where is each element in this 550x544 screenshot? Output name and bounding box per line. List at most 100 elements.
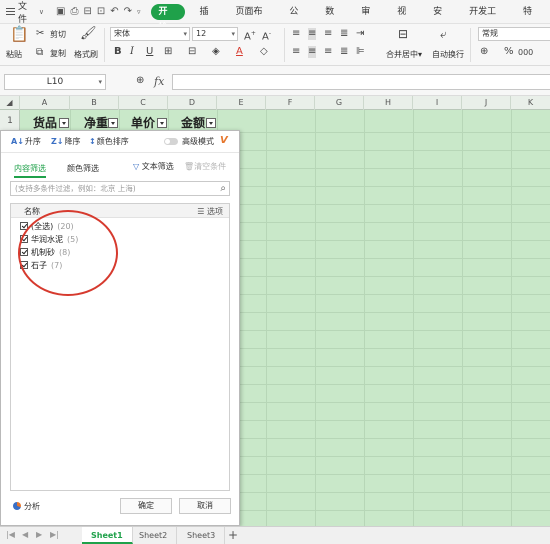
sheet-tab-2[interactable]: Sheet2 [130, 527, 178, 544]
tab-content-filter[interactable]: 内容筛选 [14, 163, 46, 178]
align-bottom-icon[interactable]: ≡ [324, 28, 332, 40]
cancel-button[interactable]: 取消 [179, 498, 231, 514]
column-header-i[interactable]: I [413, 96, 462, 110]
tab-special[interactable]: 特色 [514, 0, 550, 41]
tab-view[interactable]: 视图 [388, 0, 424, 41]
file-menu[interactable]: 文件 ∨ [0, 0, 50, 25]
column-header-e[interactable]: E [217, 96, 266, 110]
gridline [315, 110, 316, 526]
underline-icon[interactable]: U [146, 46, 153, 58]
tab-insert[interactable]: 插入 [191, 0, 227, 41]
color-sort-button[interactable]: ↕颜色排序 [89, 136, 129, 147]
row-header-1[interactable]: 1 [0, 110, 20, 132]
fill-color-icon[interactable]: ◈ [212, 46, 220, 58]
decrease-font-icon[interactable]: A- [262, 28, 271, 43]
copy-button[interactable]: 复制 [50, 48, 66, 59]
orientation-icon[interactable]: ≣ [340, 28, 348, 40]
column-headers: ◢ A B C D E F G H I J K [0, 96, 550, 110]
align-center-icon[interactable]: ≡ [308, 46, 317, 58]
paste-icon[interactable]: 📋 [10, 27, 29, 42]
first-sheet-icon[interactable]: |◀ [6, 530, 15, 539]
font-size-select[interactable]: 12 ▾ [192, 27, 238, 41]
comma-style-button[interactable]: 000 [518, 47, 533, 59]
tab-color-filter[interactable]: 颜色筛选 [67, 163, 99, 174]
strikethrough-icon[interactable]: ⊟ [188, 46, 196, 58]
last-sheet-icon[interactable]: ▶| [50, 530, 59, 539]
percent-button[interactable]: % [504, 46, 514, 58]
justify-icon[interactable]: ≣ [340, 46, 348, 58]
print-icon[interactable]: ⊟ [83, 6, 91, 17]
bold-icon[interactable]: B [114, 46, 122, 58]
column-header-f[interactable]: F [266, 96, 315, 110]
undo-icon[interactable]: ↶ [110, 6, 118, 17]
filter-dropdown-c[interactable] [157, 118, 167, 128]
column-header-j[interactable]: J [462, 96, 511, 110]
sheet-tab-3[interactable]: Sheet3 [178, 527, 226, 544]
italic-icon[interactable]: I [130, 46, 134, 58]
save-icon[interactable]: ▣ [56, 6, 65, 17]
column-header-h[interactable]: H [364, 96, 413, 110]
ok-button[interactable]: 确定 [120, 498, 172, 514]
next-sheet-icon[interactable]: ▶ [36, 530, 42, 539]
customize-chevron-icon[interactable]: ▿ [137, 8, 141, 16]
add-sheet-button[interactable]: + [228, 528, 238, 542]
prev-sheet-icon[interactable]: ◀ [22, 530, 28, 539]
number-format-select[interactable]: 常规 [478, 27, 550, 41]
insert-function-button[interactable]: fx [154, 75, 164, 88]
column-header-k[interactable]: K [511, 96, 550, 110]
tab-formulas[interactable]: 公式 [280, 0, 316, 41]
clear-condition-button[interactable]: 🗑清空条件 [184, 161, 226, 172]
tab-review[interactable]: 审阅 [352, 0, 388, 41]
formula-input[interactable] [172, 74, 550, 90]
sort-ascending-button[interactable]: A↓升序 [11, 136, 41, 147]
font-color-icon[interactable]: A [236, 46, 243, 58]
print-preview-icon[interactable]: ⊡ [97, 6, 105, 17]
tab-home[interactable]: 开始 [150, 3, 185, 33]
sort-descending-button[interactable]: Z↓降序 [51, 136, 81, 147]
column-header-g[interactable]: G [315, 96, 364, 110]
align-right-icon[interactable]: ≡ [324, 46, 332, 58]
filter-search-input[interactable]: (支持多条件过滤，例如：北京 上海) ⌕ [10, 181, 230, 196]
align-middle-icon[interactable]: ≡ [308, 28, 317, 40]
highlight-circle-annotation [18, 210, 118, 296]
wrap-text-button[interactable]: 自动换行 [432, 49, 464, 60]
merge-center-button[interactable]: 合并居中▾ [386, 49, 422, 60]
paste-button[interactable]: 粘贴 [6, 49, 22, 60]
text-filter-button[interactable]: ▽ 文本筛选 [133, 161, 174, 172]
clear-format-icon[interactable]: ◇ [260, 46, 268, 58]
column-header-a[interactable]: A [20, 96, 70, 110]
distributed-icon[interactable]: ⊫ [356, 46, 365, 58]
font-name-select[interactable]: 宋体 ▾ [110, 27, 190, 41]
advanced-mode-toggle[interactable] [164, 138, 178, 145]
export-pdf-icon[interactable]: ⎙ [70, 6, 78, 17]
tab-developer[interactable]: 开发工具 [460, 0, 514, 41]
select-all-corner[interactable]: ◢ [0, 96, 20, 110]
analyze-button[interactable]: 分析 [13, 501, 40, 512]
tab-page-layout[interactable]: 页面布局 [226, 0, 280, 41]
column-header-d[interactable]: D [168, 96, 217, 110]
sort-descending-label: 降序 [64, 137, 81, 146]
zoom-icon[interactable]: ⊕ [136, 75, 144, 87]
filter-dropdown-b[interactable] [108, 118, 118, 128]
sheet-tab-1[interactable]: Sheet1 [82, 527, 133, 544]
filter-dropdown-d[interactable] [206, 118, 216, 128]
indent-icon[interactable]: ⇥ [356, 28, 364, 40]
tab-data[interactable]: 数据 [316, 0, 352, 41]
increase-font-icon[interactable]: A+ [244, 28, 256, 43]
tab-security[interactable]: 安全 [424, 0, 460, 41]
format-painter-button[interactable]: 格式刷 [74, 49, 98, 60]
list-options-button[interactable]: ☰ 选项 [197, 206, 223, 217]
filter-dropdown-a[interactable] [59, 118, 69, 128]
name-box[interactable]: L10 ▾ [4, 74, 106, 90]
filter-panel-footer: 分析 确定 取消 [1, 491, 239, 525]
column-header-b[interactable]: B [70, 96, 119, 110]
currency-icon[interactable]: ⊕ [480, 46, 488, 58]
cut-button[interactable]: 剪切 [50, 29, 66, 40]
column-header-c[interactable]: C [119, 96, 168, 110]
font-name-value: 宋体 [114, 29, 130, 38]
border-icon[interactable]: ⊞ [164, 46, 172, 58]
align-top-icon[interactable]: ≡ [292, 28, 300, 40]
align-left-icon[interactable]: ≡ [292, 46, 300, 58]
search-icon[interactable]: ⌕ [220, 182, 226, 195]
redo-icon[interactable]: ↷ [124, 6, 132, 17]
